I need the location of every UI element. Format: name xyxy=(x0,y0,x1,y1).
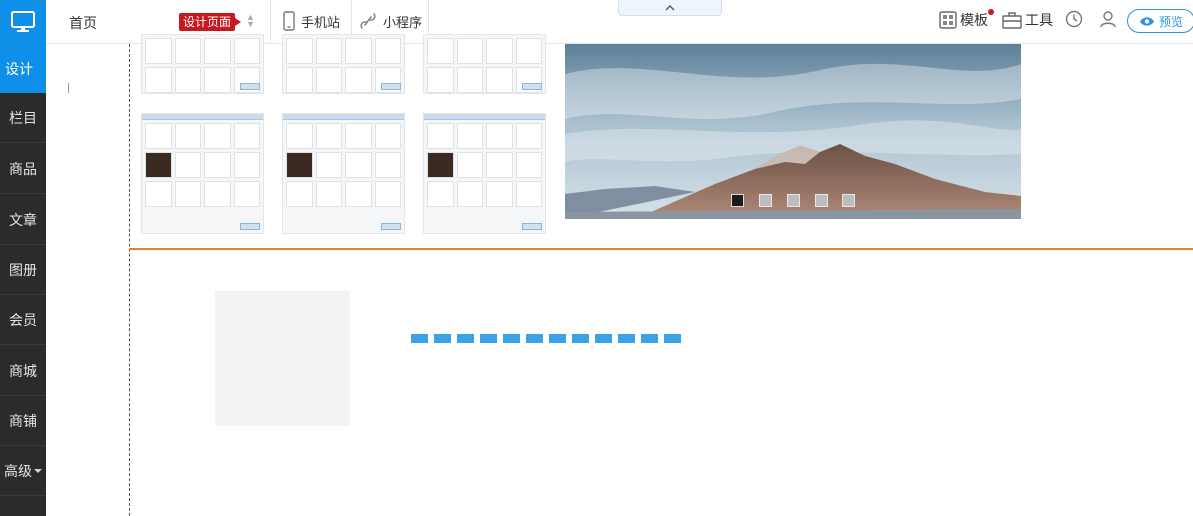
miniprogram-link[interactable]: 小程序 xyxy=(359,11,422,31)
chevron-up-icon xyxy=(665,5,675,11)
site-logo[interactable] xyxy=(0,0,46,44)
carousel-dot[interactable] xyxy=(842,194,855,207)
sidebar-item-label: 图册 xyxy=(9,261,37,278)
preview-label: 预览 xyxy=(1158,14,1183,29)
user-icon xyxy=(1100,11,1116,28)
page-sort-icon[interactable]: ▲ ▼ xyxy=(246,13,255,29)
loading-indicator xyxy=(411,334,681,343)
content-boundary-guide xyxy=(129,44,130,516)
carousel-banner[interactable] xyxy=(565,44,1021,219)
gallery-thumbnail[interactable] xyxy=(423,113,546,234)
toolbox-icon xyxy=(1002,12,1022,29)
section-divider xyxy=(129,248,1193,250)
current-page-selector[interactable]: 设计页面 xyxy=(179,13,242,31)
sidebar-item-albums[interactable]: 图册 xyxy=(0,245,46,295)
mobile-site-label: 手机站 xyxy=(301,14,341,30)
template-notification-badge xyxy=(988,9,994,15)
sidebar-item-products[interactable]: 商品 xyxy=(0,144,46,194)
sidebar-item-label: 商城 xyxy=(9,362,37,379)
history-button[interactable] xyxy=(1065,10,1083,28)
ruler-tick xyxy=(68,83,69,93)
sidebar-item-label: 设计 xyxy=(5,60,33,77)
template-icon xyxy=(939,11,957,29)
mountain-landscape-image xyxy=(565,44,1021,219)
carousel-dot[interactable] xyxy=(815,194,828,207)
gallery-thumbnail[interactable] xyxy=(423,34,546,94)
sidebar-item-label: 高级 xyxy=(4,462,32,479)
gallery-thumbnail[interactable] xyxy=(141,34,264,94)
template-button[interactable]: 模板 xyxy=(939,10,988,30)
sidebar-item-advanced[interactable]: 高级 xyxy=(0,446,46,496)
gallery-thumbnail[interactable] xyxy=(282,34,405,94)
tools-button[interactable]: 工具 xyxy=(1002,10,1053,30)
sidebar-item-mall[interactable]: 商城 xyxy=(0,346,46,396)
sidebar-item-label: 文章 xyxy=(9,211,37,228)
left-sidebar: 设计 + 栏目 商品 文章 图册 会员 商城 商铺 高级 xyxy=(0,0,70,516)
home-link[interactable]: 首页 xyxy=(69,13,97,33)
image-placeholder[interactable] xyxy=(215,291,350,426)
account-button[interactable] xyxy=(1099,10,1117,28)
sidebar-item-label: 商品 xyxy=(9,160,37,177)
link-icon xyxy=(360,13,376,29)
gallery-thumbnail[interactable] xyxy=(141,113,264,234)
tools-label: 工具 xyxy=(1025,12,1053,28)
clock-icon xyxy=(1065,10,1083,28)
sidebar-item-label: 商铺 xyxy=(9,412,37,429)
sidebar-item-label: 栏目 xyxy=(9,109,37,126)
eye-icon xyxy=(1139,16,1154,26)
sidebar-item-articles[interactable]: 文章 xyxy=(0,195,46,245)
sidebar-item-shops[interactable]: 商铺 xyxy=(0,396,46,446)
template-label: 模板 xyxy=(960,12,988,28)
collapse-toolbar-button[interactable] xyxy=(618,0,722,16)
preview-button[interactable]: 预览 xyxy=(1127,9,1193,33)
carousel-dot[interactable] xyxy=(759,194,772,207)
carousel-dot[interactable] xyxy=(787,194,800,207)
sidebar-item-members[interactable]: 会员 xyxy=(0,295,46,345)
sidebar-item-column[interactable]: 栏目 xyxy=(0,93,46,143)
design-canvas[interactable] xyxy=(46,34,1193,516)
carousel-dot[interactable] xyxy=(731,194,744,207)
mobile-icon xyxy=(283,11,295,31)
gallery-thumbnail[interactable] xyxy=(282,113,405,234)
miniprogram-label: 小程序 xyxy=(383,14,423,30)
mobile-site-link[interactable]: 手机站 xyxy=(283,11,340,31)
monitor-icon xyxy=(11,11,35,32)
caret-down-icon xyxy=(34,468,42,473)
toolbar-divider xyxy=(270,0,271,44)
sidebar-item-label: 会员 xyxy=(9,311,37,328)
